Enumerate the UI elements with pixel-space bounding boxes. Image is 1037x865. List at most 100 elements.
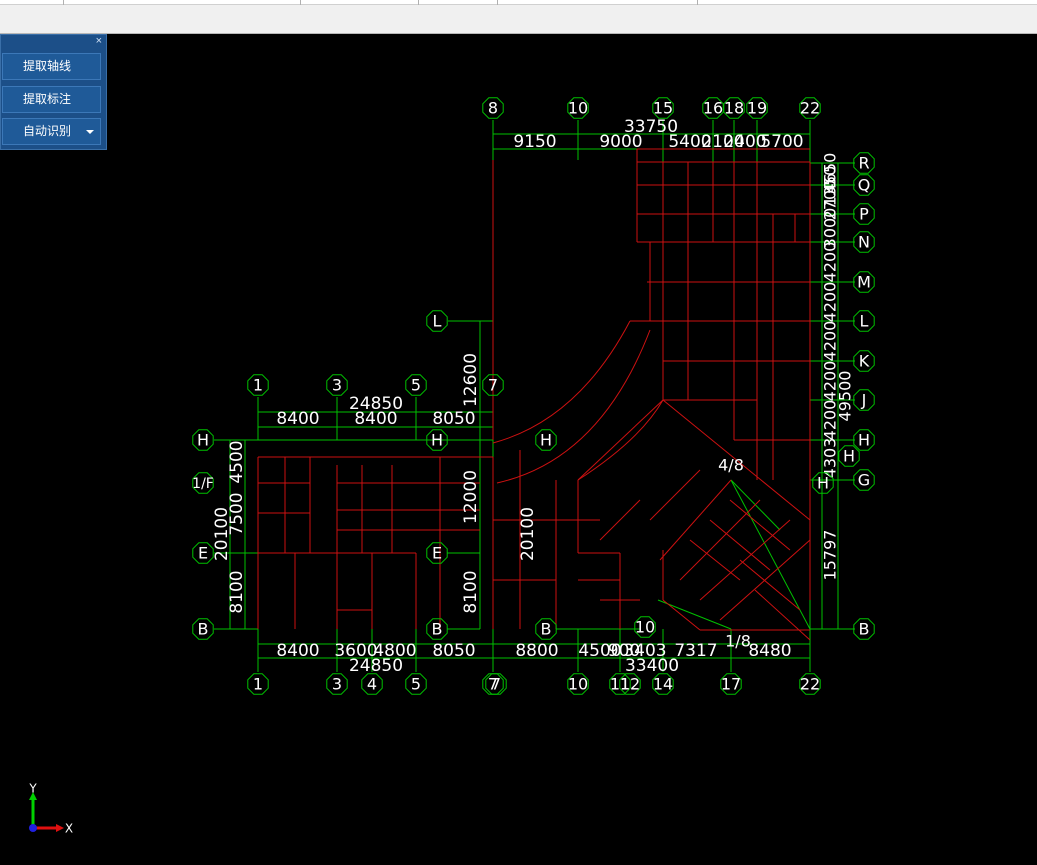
axis-label: H: [858, 431, 870, 450]
axis-label: 10: [568, 675, 588, 694]
axis-label: 18: [724, 99, 744, 118]
axis-label: 14: [653, 675, 673, 694]
axis-label: E: [432, 544, 442, 563]
axis-label: 1: [253, 376, 263, 395]
dimension-text: 8100: [227, 570, 247, 613]
axis-label: 5: [411, 675, 421, 694]
auto-recognize-label: 自动识别: [23, 124, 72, 138]
wall-lines-layer: [257, 148, 811, 641]
dimension-text: 4303: [821, 438, 840, 479]
dimension-text: 5700: [760, 132, 803, 152]
cad-drawing-canvas[interactable]: 337509150 9000 5400210024005700248508400 84…: [0, 0, 1037, 865]
dimension-text: 8100: [461, 570, 481, 613]
dimension-text: 8050: [432, 641, 475, 661]
axis-label: 12: [620, 675, 640, 694]
axis-label: 5: [411, 376, 421, 395]
ucs-x-label: X: [65, 822, 73, 836]
axis-label: B: [541, 620, 552, 639]
dimension-text: 9150: [513, 132, 556, 152]
axis-label: 19: [747, 99, 767, 118]
axis-label: 16: [703, 99, 723, 118]
axis-label: E: [198, 544, 208, 563]
axis-label: 7: [488, 376, 498, 395]
dimension-text: 4500: [227, 440, 247, 483]
axis-label: L: [860, 312, 869, 331]
dimension-text: 4200: [821, 242, 840, 283]
axis-label: 22: [800, 675, 820, 694]
axis-label: B: [198, 620, 209, 639]
dimension-text: 12600: [461, 353, 481, 407]
axis-label: 4: [367, 675, 377, 694]
wall-line: [689, 539, 741, 581]
axis-label: H: [540, 431, 552, 450]
ucs-origin: [29, 824, 37, 832]
wall-line: [754, 589, 811, 641]
wall-line: [599, 499, 641, 541]
extract-dimension-label: 提取标注: [23, 92, 72, 106]
axis-label: N: [858, 233, 870, 252]
axis-label: 3: [332, 376, 342, 395]
dimension-text: 8400: [354, 409, 397, 429]
coordinate-system-icon: YX: [28, 782, 73, 836]
axis-label: 15: [653, 99, 673, 118]
extract-axis-label: 提取轴线: [23, 59, 72, 73]
axis-label: M: [857, 273, 871, 292]
ucs-y-label: Y: [28, 782, 37, 796]
axis-label: J: [861, 391, 867, 410]
dimension-text: 8480: [748, 641, 791, 661]
axis-label: R: [858, 154, 869, 173]
dimension-text: 49500: [836, 371, 855, 422]
dimension-text: 8400: [276, 409, 319, 429]
dimension-text: 7317: [674, 641, 717, 661]
auto-recognize-dropdown[interactable]: 自动识别: [2, 118, 101, 145]
wall-line: [739, 559, 801, 611]
axis-label: H: [197, 431, 209, 450]
axis-line: [730, 479, 811, 630]
wall-line: [659, 479, 732, 561]
wall-line: [649, 469, 701, 521]
recognition-panel: × 提取轴线 提取标注 自动识别: [0, 34, 107, 150]
axis-label: 17: [721, 675, 741, 694]
axis-label: P: [859, 205, 869, 224]
dimension-text: 8050: [432, 409, 475, 429]
axis-label: L: [433, 312, 442, 331]
dimension-text: 8800: [515, 641, 558, 661]
axis-label: H: [817, 474, 829, 493]
dimension-text: 12000: [461, 470, 481, 524]
close-icon[interactable]: ×: [96, 35, 102, 47]
wall-line: [699, 519, 791, 601]
axis-label: 22: [800, 99, 820, 118]
wall-line: [719, 539, 811, 621]
extract-dimension-button[interactable]: 提取标注: [2, 86, 101, 113]
axis-label: 7: [491, 675, 501, 694]
axis-label: H: [843, 447, 855, 466]
dimension-text: 4200: [821, 282, 840, 323]
axis-label: 8: [488, 99, 498, 118]
axis-label: 10: [568, 99, 588, 118]
axis-label: 1/F: [192, 476, 214, 492]
dimension-text: 4200: [821, 321, 840, 362]
wall-line: [577, 399, 664, 481]
axis-label: G: [858, 471, 870, 490]
dimension-text: 20100: [212, 507, 232, 561]
dimension-text: 20100: [518, 507, 538, 561]
dimension-text: 15797: [821, 530, 840, 581]
dimension-text: 24850: [349, 656, 403, 676]
axis-label: K: [859, 352, 870, 371]
dimension-text: 9000: [599, 132, 642, 152]
dimension-text: 33400: [625, 656, 679, 676]
axis-label: 1: [253, 675, 263, 694]
axis-label: B: [432, 620, 443, 639]
axis-lines-layer: [214, 120, 855, 672]
axis-label: 3: [332, 675, 342, 694]
extract-axis-button[interactable]: 提取轴线: [2, 53, 101, 80]
axis-label: 4/8: [718, 456, 744, 475]
axis-label: B: [859, 620, 870, 639]
wall-line: [729, 499, 791, 551]
wall-line: [709, 519, 771, 571]
wall-line: [679, 499, 761, 581]
chevron-down-icon[interactable]: [86, 130, 94, 134]
dimension-text: 8400: [276, 641, 319, 661]
curved-wall: [492, 320, 631, 444]
dimension-text-layer: 337509150 9000 5400210024005700248508400 84…: [212, 117, 855, 676]
